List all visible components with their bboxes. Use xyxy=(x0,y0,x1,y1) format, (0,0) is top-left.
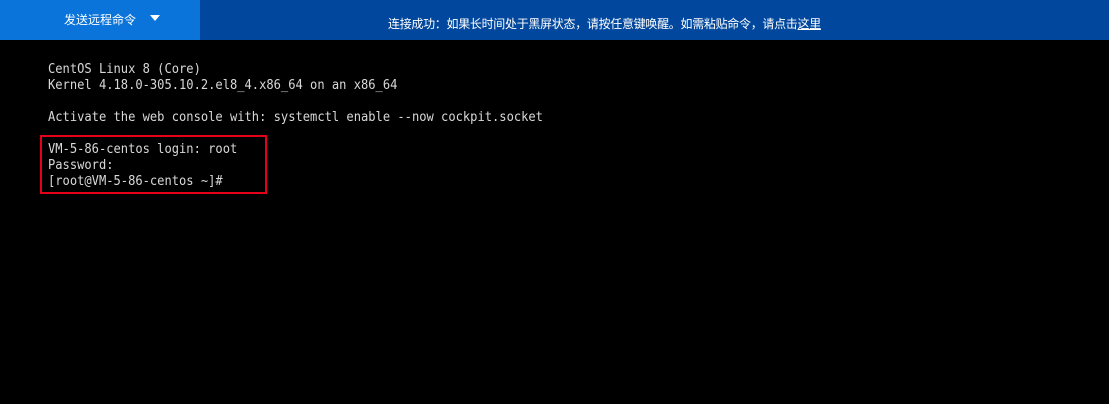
status-text: 连接成功：如果长时间处于黑屏状态，请按任意键唤醒。如需粘贴命令，请点击 xyxy=(388,17,798,31)
os-release-line: CentOS Linux 8 (Core) xyxy=(48,62,201,77)
chevron-down-icon[interactable] xyxy=(150,15,160,21)
send-remote-command-button[interactable]: 发送远程命令 xyxy=(0,0,200,40)
web-console-hint-line: Activate the web console with: systemctl… xyxy=(48,110,543,125)
login-highlight-box xyxy=(40,135,267,194)
kernel-line: Kernel 4.18.0-305.10.2.el8_4.x86_64 on a… xyxy=(48,78,398,93)
terminal-screen[interactable]: CentOS Linux 8 (Core) Kernel 4.18.0-305.… xyxy=(0,40,1109,404)
connection-status-message: 连接成功：如果长时间处于黑屏状态，请按任意键唤醒。如需粘贴命令，请点击这里 xyxy=(388,16,821,32)
paste-command-link[interactable]: 这里 xyxy=(798,17,822,31)
send-remote-command-label: 发送远程命令 xyxy=(64,13,137,27)
top-toolbar: 发送远程命令 连接成功：如果长时间处于黑屏状态，请按任意键唤醒。如需粘贴命令，请… xyxy=(0,0,1109,40)
